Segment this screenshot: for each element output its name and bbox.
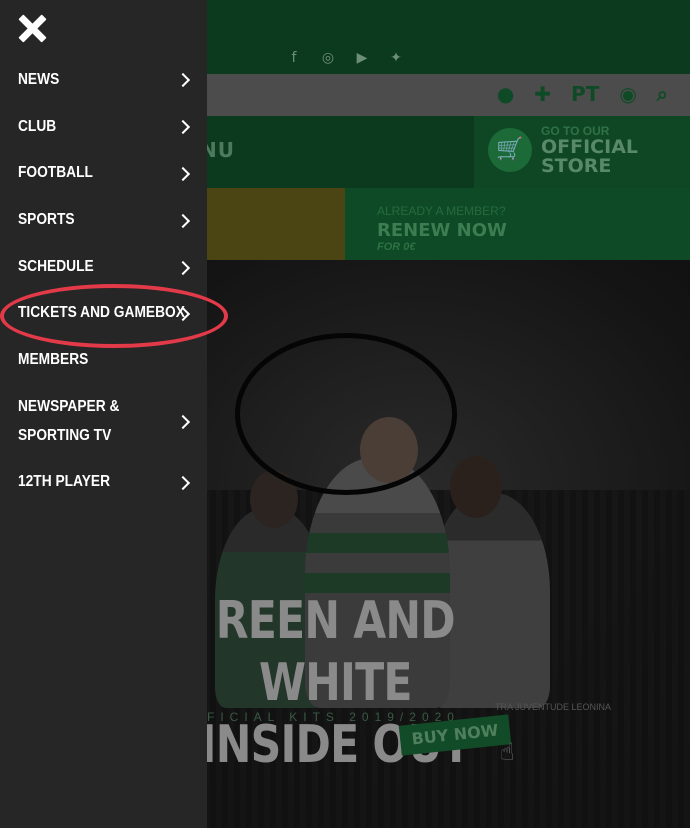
twitter-icon[interactable]: ✦ <box>388 50 404 66</box>
side-navigation-menu: NEWS CLUB FOOTBALL SPORTS SCHEDULE TICKE… <box>0 0 207 828</box>
menu-item-label: 12TH PLAYER <box>18 473 111 490</box>
close-icon[interactable] <box>18 14 46 42</box>
store-title: OFFICIAL STORE <box>541 136 639 177</box>
chevron-right-icon <box>175 475 191 491</box>
menu-item-label: SCHEDULE <box>18 258 94 275</box>
chevron-right-icon <box>175 119 191 135</box>
annotation-ellipse <box>235 333 457 495</box>
hero-subtitle: FICIAL KITS 2019/2020 <box>207 710 460 724</box>
cart-icon: 🛒 <box>488 128 532 172</box>
user-icon[interactable]: ● <box>497 82 514 106</box>
hero-caption: TRA JUVENTUDE LEONINA <box>495 702 612 712</box>
facebook-icon[interactable]: f <box>286 50 302 66</box>
menu-item-news[interactable]: NEWS <box>0 65 207 95</box>
menu-item-label: CLUB <box>18 118 57 135</box>
menu-item-schedule[interactable]: SCHEDULE <box>0 252 207 282</box>
language-switch[interactable]: PT <box>571 82 599 106</box>
menu-item-sports[interactable]: SPORTS <box>0 205 207 235</box>
menu-item-label: SPORTS <box>18 211 75 228</box>
instagram-icon[interactable]: ◎ <box>320 50 336 66</box>
chevron-right-icon <box>175 166 191 182</box>
lion-logo-icon[interactable]: ◉ <box>619 82 636 106</box>
chevron-right-icon <box>175 260 191 276</box>
menu-item-newspaper-sporting-tv[interactable]: NEWSPAPER & SPORTING TV <box>0 392 207 450</box>
menu-item-12th-player[interactable]: 12TH PLAYER <box>0 467 207 497</box>
add-user-icon[interactable]: ✚ <box>534 82 551 106</box>
menu-item-label: MEMBERS <box>18 351 89 368</box>
chevron-right-icon <box>175 414 191 430</box>
menu-item-club[interactable]: CLUB <box>0 112 207 142</box>
official-store-banner[interactable]: 🛒 GO TO OUR OFFICIAL STORE <box>474 116 690 188</box>
menu-item-label: FOOTBALL <box>18 164 93 181</box>
highlight-annotation-ring <box>0 284 228 348</box>
youtube-icon[interactable]: ▶ <box>354 50 370 66</box>
renew-sub: FOR 0€ <box>377 241 416 253</box>
menu-item-football[interactable]: FOOTBALL <box>0 158 207 188</box>
menu-item-label: NEWSPAPER & SPORTING TV <box>18 398 120 444</box>
search-icon[interactable]: ⌕ <box>657 82 668 106</box>
chevron-right-icon <box>175 72 191 88</box>
hand-cursor-icon: ☝ <box>500 738 515 766</box>
player-head <box>450 456 502 518</box>
menu-item-label: NEWS <box>18 71 60 88</box>
member-prompt: ALREADY A MEMBER? <box>377 204 506 218</box>
renew-title: RENEW NOW <box>377 220 507 241</box>
social-links: f ◎ ▶ ✦ <box>286 50 404 66</box>
menu-item-members[interactable]: MEMBERS <box>0 345 207 375</box>
chevron-right-icon <box>175 213 191 229</box>
renew-banner[interactable]: ALREADY A MEMBER? RENEW NOW FOR 0€ <box>345 188 690 260</box>
